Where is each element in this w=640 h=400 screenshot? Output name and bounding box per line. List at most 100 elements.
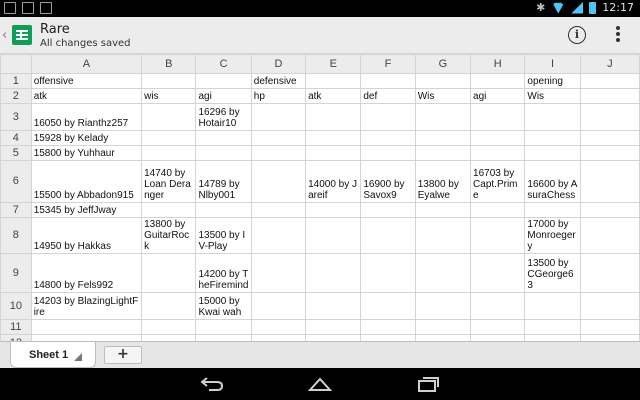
cell-i11[interactable] — [524, 319, 581, 335]
sheet-table[interactable]: ABCDEFGHIJ 1 offensive defensive opening 2 at… — [0, 54, 640, 341]
row-header[interactable]: 5 — [0, 145, 32, 161]
recent-apps-icon[interactable] — [416, 376, 440, 392]
more-options-icon[interactable] — [615, 26, 621, 44]
cell-b11[interactable] — [141, 319, 197, 335]
cell-e6[interactable]: 14000 by Jareif — [305, 160, 362, 203]
cell-d8[interactable] — [250, 217, 307, 254]
cell-g11[interactable] — [414, 319, 472, 335]
cell-a8[interactable]: 14950 by Hakkas — [30, 217, 143, 254]
row-header[interactable]: 4 — [0, 130, 32, 146]
cell-h4[interactable] — [470, 130, 526, 146]
cell-g3[interactable] — [414, 103, 472, 131]
sheets-logo-icon[interactable] — [12, 25, 32, 45]
cell-h8[interactable] — [470, 217, 526, 254]
cell-b10[interactable] — [141, 292, 197, 320]
cell-i10[interactable] — [524, 292, 581, 320]
row-header[interactable]: 10 — [0, 292, 32, 320]
cell-j3[interactable] — [579, 103, 640, 131]
cell-j7[interactable] — [579, 202, 640, 218]
cell-b7[interactable] — [141, 202, 197, 218]
cell-c10[interactable]: 15000 by Kwai wah — [195, 292, 252, 320]
cell-a7[interactable]: 15345 by JeffJway — [30, 202, 143, 218]
cell-e1[interactable] — [305, 73, 362, 89]
cell-b2[interactable]: wis — [141, 88, 197, 104]
cell-b1[interactable] — [141, 73, 197, 89]
cell-a2[interactable]: atk — [30, 88, 143, 104]
cell-a4[interactable]: 15928 by Kelady — [30, 130, 143, 146]
cell-a5[interactable]: 15800 by Yuhhaur — [30, 145, 143, 161]
cell-b3[interactable] — [141, 103, 197, 131]
spreadsheet-grid[interactable]: ABCDEFGHIJ 1 offensive defensive opening 2 at… — [0, 54, 640, 341]
cell-j2[interactable] — [579, 88, 640, 104]
cell-c7[interactable] — [195, 202, 252, 218]
cell-c2[interactable]: agi — [195, 88, 252, 104]
cell-d2[interactable]: hp — [250, 88, 307, 104]
cell-f4[interactable] — [360, 130, 416, 146]
cell-e2[interactable]: atk — [305, 88, 362, 104]
cell-c11[interactable] — [195, 319, 252, 335]
cell-d3[interactable] — [250, 103, 307, 131]
home-icon[interactable] — [308, 376, 332, 392]
cell-e7[interactable] — [305, 202, 362, 218]
tab-menu-triangle-icon[interactable] — [74, 353, 82, 361]
cell-g5[interactable] — [414, 145, 472, 161]
back-icon[interactable] — [200, 376, 224, 392]
cell-j6[interactable] — [579, 160, 640, 203]
cell-i1[interactable]: opening — [524, 73, 581, 89]
cell-d4[interactable] — [250, 130, 307, 146]
cell-e11[interactable] — [305, 319, 362, 335]
cell-f5[interactable] — [360, 145, 416, 161]
cell-i9[interactable]: 13500 by CGeorge63 — [524, 253, 581, 293]
column-header-j[interactable]: J — [579, 54, 640, 74]
cell-j4[interactable] — [579, 130, 640, 146]
cell-c8[interactable]: 13500 by IV-Play — [195, 217, 252, 254]
cell-j8[interactable] — [579, 217, 640, 254]
cell-d1[interactable]: defensive — [250, 73, 307, 89]
cell-f9[interactable] — [360, 253, 416, 293]
cell-c6[interactable]: 14789 by Nlby001 — [195, 160, 252, 203]
cell-c9[interactable]: 14200 by TheFiremind — [195, 253, 252, 293]
cell-h5[interactable] — [470, 145, 526, 161]
cell-b4[interactable] — [141, 130, 197, 146]
document-title[interactable]: Rare — [40, 22, 70, 37]
cell-d10[interactable] — [250, 292, 307, 320]
cell-i2[interactable]: Wis — [524, 88, 581, 104]
cell-i4[interactable] — [524, 130, 581, 146]
column-header-i[interactable]: I — [524, 54, 581, 74]
cell-i6[interactable]: 16600 by AsuraChess — [524, 160, 581, 203]
row-header[interactable]: 6 — [0, 160, 32, 203]
row-header[interactable]: 1 — [0, 73, 32, 89]
cell-i3[interactable] — [524, 103, 581, 131]
cell-h3[interactable] — [470, 103, 526, 131]
cell-b5[interactable] — [141, 145, 197, 161]
cell-d9[interactable] — [250, 253, 307, 293]
cell-b9[interactable] — [141, 253, 197, 293]
cell-c5[interactable] — [195, 145, 252, 161]
chevron-left-icon[interactable]: ‹ — [2, 28, 7, 43]
cell-h6[interactable]: 16703 by Capt.Prime — [470, 160, 526, 203]
cell-a1[interactable]: offensive — [30, 73, 143, 89]
column-header-g[interactable]: G — [414, 54, 472, 74]
cell-f6[interactable]: 16900 by Savox9 — [360, 160, 416, 203]
cell-j1[interactable] — [579, 73, 640, 89]
add-sheet-button[interactable]: + — [104, 346, 142, 364]
column-header-d[interactable]: D — [250, 54, 307, 74]
cell-d6[interactable] — [250, 160, 307, 203]
cell-h7[interactable] — [470, 202, 526, 218]
cell-g1[interactable] — [414, 73, 472, 89]
cell-h1[interactable] — [470, 73, 526, 89]
cell-f8[interactable] — [360, 217, 416, 254]
cell-h11[interactable] — [470, 319, 526, 335]
cell-j9[interactable] — [579, 253, 640, 293]
corner-header[interactable] — [0, 54, 32, 74]
cell-e10[interactable] — [305, 292, 362, 320]
cell-c3[interactable]: 16296 by Hotair10 — [195, 103, 252, 131]
cell-h10[interactable] — [470, 292, 526, 320]
row-header[interactable]: 3 — [0, 103, 32, 131]
cell-g6[interactable]: 13800 by Eyalwe — [414, 160, 472, 203]
cell-e9[interactable] — [305, 253, 362, 293]
row-header[interactable]: 11 — [0, 319, 32, 335]
cell-d7[interactable] — [250, 202, 307, 218]
cell-c4[interactable] — [195, 130, 252, 146]
cell-b6[interactable]: 14740 by Loan Deranger — [141, 160, 197, 203]
